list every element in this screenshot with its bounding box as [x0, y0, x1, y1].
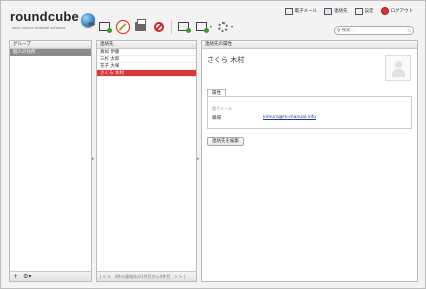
toolbar: ▾ ▾	[97, 19, 236, 34]
logo-text: roundcube	[10, 9, 79, 24]
email-section-label: 電子メール	[212, 106, 232, 111]
splitter-handle[interactable]: ▸	[197, 156, 200, 162]
print-button[interactable]	[133, 19, 148, 34]
details-header: 連絡先の属性	[202, 41, 417, 49]
pager-next[interactable]: > > |	[174, 274, 185, 279]
contact-row[interactable]: 三杉 太郎	[97, 56, 196, 63]
more-button[interactable]	[215, 19, 230, 34]
clear-icon[interactable]: ◎	[408, 28, 412, 33]
properties-box: 電子メール 職場 kimura@rk-manual.info	[207, 96, 412, 129]
pager-status: 4件の連絡先の1件目から4件目	[114, 273, 171, 279]
search-box: ⚲ ◎	[334, 26, 414, 35]
nav-address-book-label: 連絡先	[334, 9, 348, 14]
contact-photo	[385, 55, 411, 81]
export-button[interactable]	[194, 19, 209, 34]
group-item-label: 個人の住所	[13, 50, 36, 55]
email-link[interactable]: kimura@rk-manual.info	[263, 115, 316, 120]
groups-panel: グループ 個人の住所 + ⚙▾	[9, 40, 92, 282]
app-window: roundcube open source webmail software 電…	[0, 0, 426, 289]
nav-settings-label: 設定	[364, 9, 374, 14]
groups-footer: + ⚙▾	[10, 271, 91, 281]
email-type-label: 職場	[212, 116, 221, 121]
groups-header: グループ	[10, 41, 91, 49]
globe-icon	[81, 13, 95, 27]
add-group-button[interactable]: +	[13, 273, 18, 280]
delete-icon	[153, 21, 164, 32]
contact-name: さくら 木村	[207, 56, 245, 64]
mail-icon	[284, 7, 293, 15]
contact-details-panel: 連絡先の属性 さくら 木村 属性 電子メール 職場 kimura@rk-manu…	[201, 40, 418, 282]
contact-row[interactable]: 花子 大塚	[97, 63, 196, 70]
search-icon[interactable]: ⚲	[337, 28, 341, 34]
printer-icon	[135, 19, 146, 31]
edit-contact-button[interactable]	[115, 19, 130, 34]
splitter-handle[interactable]: ▸	[92, 156, 95, 162]
group-item-personal[interactable]: 個人の住所	[10, 49, 91, 56]
import-button[interactable]	[176, 19, 191, 34]
contacts-panel: 連絡先 真如 伊藤 三杉 太郎 花子 大塚 さくら 木村 | < < 4件の連絡…	[96, 40, 197, 282]
pager-prev[interactable]: | < <	[100, 274, 111, 279]
add-contact-icon	[99, 22, 112, 33]
gear-icon	[217, 21, 228, 32]
logo-subtitle: open source webmail software	[12, 26, 66, 30]
nav-logout-label: ログアウト	[390, 9, 414, 14]
more-dropdown-icon[interactable]: ▾	[231, 24, 233, 29]
contact-row[interactable]: 真如 伊藤	[97, 49, 196, 56]
nav-logout[interactable]: ログアウト	[380, 7, 414, 15]
add-contact-button[interactable]	[97, 19, 112, 34]
contact-row-selected[interactable]: さくら 木村	[97, 70, 196, 77]
nav-address-book[interactable]: 連絡先	[324, 7, 348, 15]
delete-button[interactable]	[151, 19, 166, 34]
export-dropdown-icon[interactable]: ▾	[210, 24, 212, 29]
settings-icon	[354, 7, 363, 15]
roundcube-logo[interactable]: roundcube open source webmail software	[10, 7, 95, 33]
top-navigation: 電子メール 連絡先 設定 ログアウト	[284, 7, 414, 15]
nav-settings[interactable]: 設定	[354, 7, 374, 15]
logout-icon	[380, 7, 389, 15]
import-icon	[178, 22, 191, 33]
export-icon	[196, 22, 209, 33]
pencil-icon	[115, 19, 130, 34]
search-input[interactable]	[341, 28, 402, 33]
nav-mail-label: 電子メール	[294, 9, 318, 14]
toolbar-separator	[171, 19, 172, 34]
group-options-button[interactable]: ⚙▾	[23, 273, 31, 280]
contacts-footer: | < < 4件の連絡先の1件目から4件目 > > |	[97, 271, 196, 281]
contacts-header: 連絡先	[97, 41, 196, 49]
edit-contact-details-button[interactable]: 連絡先を編集	[207, 137, 244, 146]
address-book-icon	[324, 7, 332, 15]
nav-mail[interactable]: 電子メール	[284, 7, 318, 15]
